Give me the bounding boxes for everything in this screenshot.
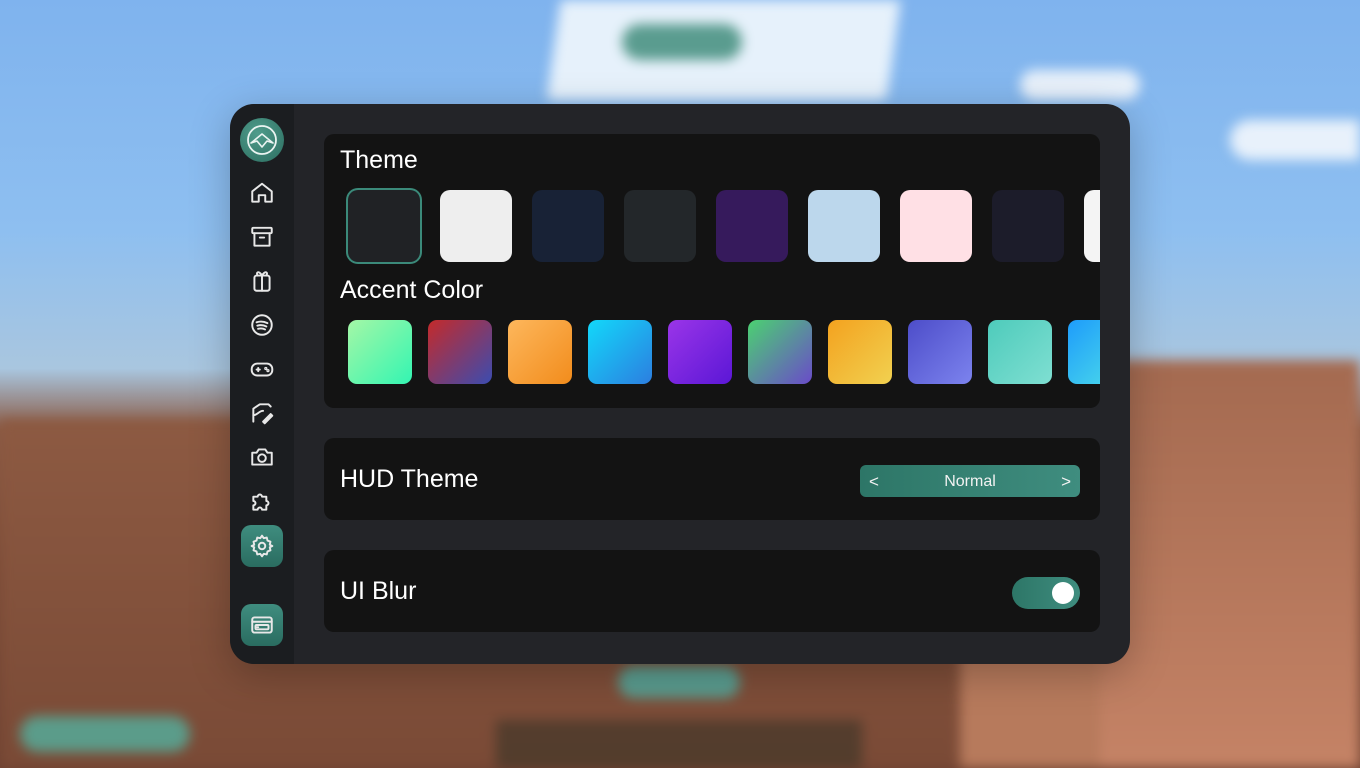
toggle-knob <box>1052 582 1074 604</box>
gift-icon[interactable] <box>241 260 283 302</box>
archive-icon[interactable] <box>241 216 283 258</box>
hud-theme-stepper[interactable]: < Normal > <box>860 465 1080 497</box>
accent-swatch[interactable] <box>668 320 732 384</box>
theme-swatch[interactable] <box>440 190 512 262</box>
hud-theme-value: Normal <box>944 473 996 490</box>
accent-swatch[interactable] <box>1068 320 1100 384</box>
accent-swatch[interactable] <box>348 320 412 384</box>
theme-swatch[interactable] <box>1084 190 1100 262</box>
edit-icon[interactable] <box>241 392 283 434</box>
settings-panel: Theme Accent Color HUD Theme < Normal > … <box>230 104 1130 664</box>
spotify-icon[interactable] <box>241 304 283 346</box>
accent-swatch[interactable] <box>748 320 812 384</box>
gear-icon[interactable] <box>241 525 283 567</box>
theme-swatch[interactable] <box>992 190 1064 262</box>
accent-swatch[interactable] <box>428 320 492 384</box>
hud-theme-label: HUD Theme <box>340 465 479 493</box>
theme-swatch[interactable] <box>716 190 788 262</box>
accent-swatch[interactable] <box>588 320 652 384</box>
hud-editor-icon[interactable] <box>241 604 283 646</box>
ui-blur-card: UI Blur <box>324 550 1100 632</box>
home-icon[interactable] <box>241 172 283 214</box>
theme-swatch[interactable] <box>808 190 880 262</box>
theme-swatch[interactable] <box>348 190 420 262</box>
hud-theme-card: HUD Theme < Normal > <box>324 438 1100 520</box>
camera-icon[interactable] <box>241 436 283 478</box>
logo-icon[interactable] <box>240 118 284 162</box>
next-button[interactable]: > <box>1061 472 1071 492</box>
sidebar <box>230 104 294 664</box>
accent-swatch[interactable] <box>988 320 1052 384</box>
theme-card: Theme Accent Color <box>324 134 1100 408</box>
accent-swatch[interactable] <box>908 320 972 384</box>
gamepad-icon[interactable] <box>241 348 283 390</box>
accent-title: Accent Color <box>340 276 484 304</box>
accent-swatch[interactable] <box>828 320 892 384</box>
accent-swatch[interactable] <box>508 320 572 384</box>
theme-swatch[interactable] <box>624 190 696 262</box>
ui-blur-label: UI Blur <box>340 577 417 605</box>
theme-swatch[interactable] <box>532 190 604 262</box>
theme-title: Theme <box>340 146 418 174</box>
ui-blur-toggle[interactable] <box>1012 577 1080 609</box>
puzzle-icon[interactable] <box>241 480 283 522</box>
theme-swatch[interactable] <box>900 190 972 262</box>
